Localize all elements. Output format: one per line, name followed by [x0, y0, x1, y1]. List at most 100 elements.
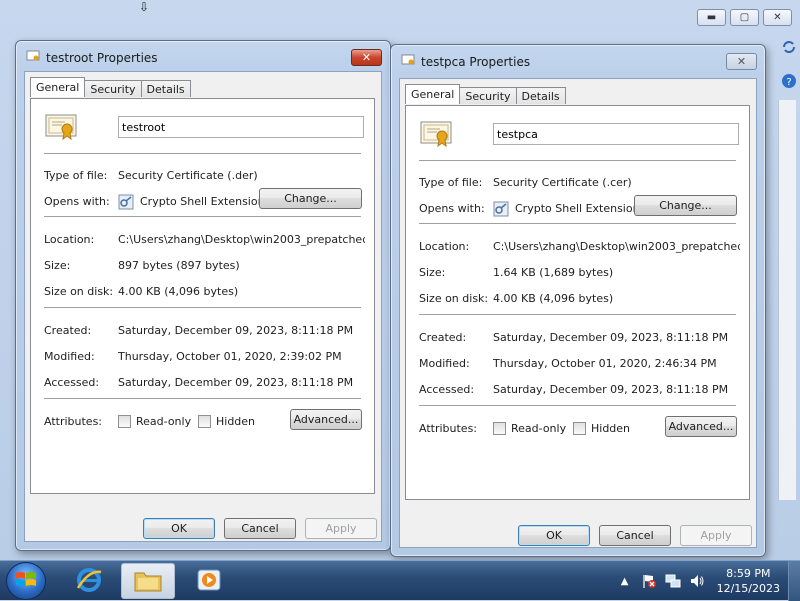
ok-button[interactable]: OK: [518, 525, 590, 546]
properties-dialog-testpca: testpca Properties ✕ General Security De…: [390, 44, 766, 557]
action-center-flag-icon[interactable]: [640, 572, 658, 590]
change-button[interactable]: Change...: [634, 195, 737, 216]
clock-time: 8:59 PM: [726, 567, 771, 580]
tab-details[interactable]: Details: [140, 80, 191, 97]
file-name-field[interactable]: [493, 123, 739, 145]
location-value: C:\Users\zhang\Desktop\win2003_prepatche…: [118, 233, 365, 246]
apply-button[interactable]: Apply: [680, 525, 752, 546]
certificate-icon: [401, 53, 415, 70]
dialog-client-area: General Security Details Type of file: S…: [24, 71, 382, 542]
volume-icon[interactable]: [688, 572, 706, 590]
advanced-button[interactable]: Advanced...: [290, 409, 362, 430]
media-player-taskbar-button[interactable]: [182, 563, 236, 599]
opens-with-value: Crypto Shell Extensions: [515, 202, 646, 215]
checkbox-box[interactable]: [118, 415, 131, 428]
created-label: Created:: [44, 324, 92, 337]
close-button[interactable]: ✕: [726, 53, 757, 70]
properties-dialog-testroot: testroot Properties ✕ General Security D…: [15, 40, 391, 551]
dialog-title-bar: testroot Properties: [26, 49, 158, 66]
clock[interactable]: 8:59 PM 12/15/2023: [717, 566, 780, 596]
dialog-client-area: General Security Details Type of file: S…: [399, 78, 757, 548]
show-hidden-icons-button[interactable]: ▲: [616, 572, 634, 590]
help-icon[interactable]: ?: [780, 72, 798, 90]
network-icon[interactable]: [664, 572, 682, 590]
modified-label: Modified:: [44, 350, 95, 363]
change-button[interactable]: Change...: [259, 188, 362, 209]
tab-general[interactable]: General: [405, 84, 461, 104]
svg-text:?: ?: [786, 77, 791, 88]
read-only-checkbox[interactable]: Read-only: [118, 415, 191, 428]
tab-strip: General Security Details: [30, 77, 191, 97]
windows-explorer-taskbar-button[interactable]: [121, 563, 175, 599]
divider: [44, 153, 361, 155]
start-button[interactable]: [6, 562, 46, 600]
windows-logo-icon: [15, 570, 37, 593]
show-desktop-button[interactable]: [788, 561, 800, 601]
accessed-label: Accessed:: [419, 383, 475, 396]
opens-with-label: Opens with:: [419, 202, 485, 215]
size-on-disk-value: 4.00 KB (4,096 bytes): [118, 285, 239, 298]
read-only-checkbox[interactable]: Read-only: [493, 422, 566, 435]
tab-strip: General Security Details: [405, 84, 566, 104]
size-on-disk-label: Size on disk:: [419, 292, 489, 305]
minimize-button[interactable]: ▬: [697, 9, 726, 26]
divider: [419, 160, 736, 162]
file-name-field[interactable]: [118, 116, 364, 138]
tab-general[interactable]: General: [30, 77, 86, 97]
created-label: Created:: [419, 331, 467, 344]
hidden-label: Hidden: [591, 422, 631, 435]
crypto-shell-icon: [493, 201, 509, 217]
size-value: 897 bytes (897 bytes): [118, 259, 240, 272]
size-label: Size:: [44, 259, 71, 272]
size-value: 1.64 KB (1,689 bytes): [493, 266, 614, 279]
dialog-title: testroot Properties: [46, 50, 158, 65]
apply-button[interactable]: Apply: [305, 518, 377, 539]
created-value: Saturday, December 09, 2023, 8:11:18 PM: [493, 331, 729, 344]
hidden-checkbox[interactable]: Hidden: [198, 415, 255, 428]
accessed-label: Accessed:: [44, 376, 100, 389]
clock-date: 12/15/2023: [716, 582, 780, 595]
close-button[interactable]: ✕: [763, 9, 792, 26]
attributes-label: Attributes:: [419, 422, 478, 435]
location-label: Location:: [419, 240, 470, 253]
internet-explorer-taskbar-button[interactable]: [62, 563, 116, 599]
location-label: Location:: [44, 233, 95, 246]
modified-value: Thursday, October 01, 2020, 2:39:02 PM: [118, 350, 342, 363]
tab-security[interactable]: Security: [84, 80, 142, 97]
advanced-button[interactable]: Advanced...: [665, 416, 737, 437]
general-tab-panel: Type of file: Security Certificate (.der…: [30, 98, 375, 494]
maximize-button[interactable]: ▢: [730, 9, 759, 26]
opens-with-label: Opens with:: [44, 195, 110, 208]
hidden-label: Hidden: [216, 415, 256, 428]
close-button[interactable]: ✕: [351, 49, 382, 66]
divider: [419, 223, 736, 225]
type-of-file-label: Type of file:: [419, 176, 483, 189]
taskbar: ▲ 8:59 PM 12/15/2023: [0, 560, 800, 601]
size-on-disk-label: Size on disk:: [44, 285, 114, 298]
background-scrollbar[interactable]: [778, 100, 796, 500]
type-of-file-label: Type of file:: [44, 169, 108, 182]
checkbox-box[interactable]: [198, 415, 211, 428]
crypto-shell-icon: [118, 194, 134, 210]
dialog-title-bar: testpca Properties: [401, 53, 530, 70]
general-tab-panel: Type of file: Security Certificate (.cer…: [405, 105, 750, 500]
hidden-checkbox[interactable]: Hidden: [573, 422, 630, 435]
divider: [419, 405, 736, 407]
media-player-icon: [196, 567, 222, 596]
type-of-file-value: Security Certificate (.der): [118, 169, 258, 182]
tab-details[interactable]: Details: [515, 87, 566, 104]
tab-security[interactable]: Security: [459, 87, 517, 104]
refresh-icon[interactable]: [780, 38, 798, 56]
attributes-label: Attributes:: [44, 415, 103, 428]
read-only-label: Read-only: [511, 422, 567, 435]
cancel-button[interactable]: Cancel: [224, 518, 296, 539]
checkbox-box[interactable]: [493, 422, 506, 435]
size-label: Size:: [419, 266, 446, 279]
background-caption-buttons: ▬ ▢ ✕: [697, 9, 792, 26]
cancel-button[interactable]: Cancel: [599, 525, 671, 546]
checkbox-box[interactable]: [573, 422, 586, 435]
ok-button[interactable]: OK: [143, 518, 215, 539]
divider: [419, 314, 736, 316]
modified-value: Thursday, October 01, 2020, 2:46:34 PM: [493, 357, 717, 370]
created-value: Saturday, December 09, 2023, 8:11:18 PM: [118, 324, 354, 337]
